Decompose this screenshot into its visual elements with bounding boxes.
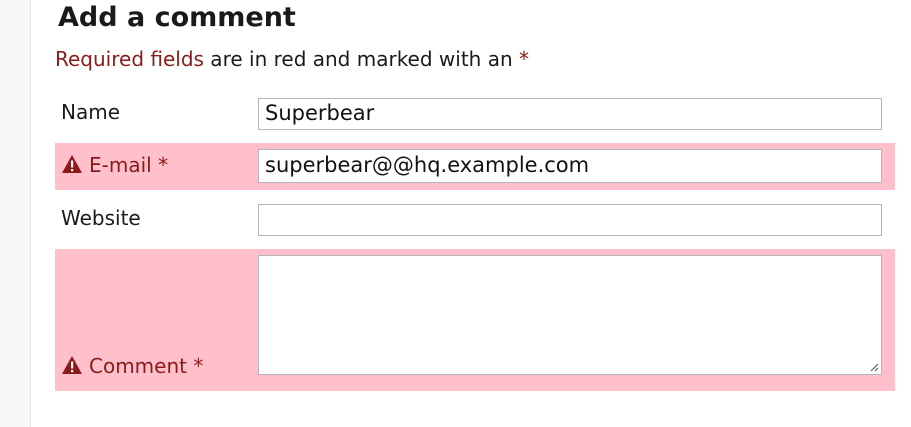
email-label: E-mail *: [89, 153, 169, 177]
required-marker: *: [519, 47, 529, 71]
website-input[interactable]: [258, 204, 882, 236]
website-label: Website: [61, 206, 141, 230]
email-label-wrapper: E-mail *: [61, 151, 168, 179]
required-fields-highlight: Required fields: [55, 47, 204, 71]
required-fields-note: Required fields are in red and marked wi…: [55, 44, 529, 74]
warning-triangle-icon: [62, 155, 82, 173]
email-input[interactable]: superbear@@hq.example.com: [258, 149, 882, 183]
email-row: E-mail * superbear@@hq.example.com: [55, 143, 895, 190]
name-label: Name: [61, 100, 121, 124]
left-sidebar-border: [0, 0, 31, 427]
name-input[interactable]: Superbear: [258, 98, 882, 130]
comment-label: Comment *: [89, 354, 204, 378]
resize-grip-icon[interactable]: [869, 362, 879, 372]
required-fields-text: are in red and marked with an: [203, 47, 519, 71]
comment-row: Comment *: [55, 249, 895, 391]
warning-triangle-icon: [62, 356, 82, 374]
comment-label-wrapper: Comment *: [61, 352, 203, 380]
comment-page: Add a comment Required fields are in red…: [0, 0, 911, 427]
comment-textarea[interactable]: [258, 255, 882, 375]
name-row: Name Superbear: [55, 94, 895, 132]
form-heading: Add a comment: [58, 2, 296, 33]
website-row: Website: [55, 200, 895, 238]
